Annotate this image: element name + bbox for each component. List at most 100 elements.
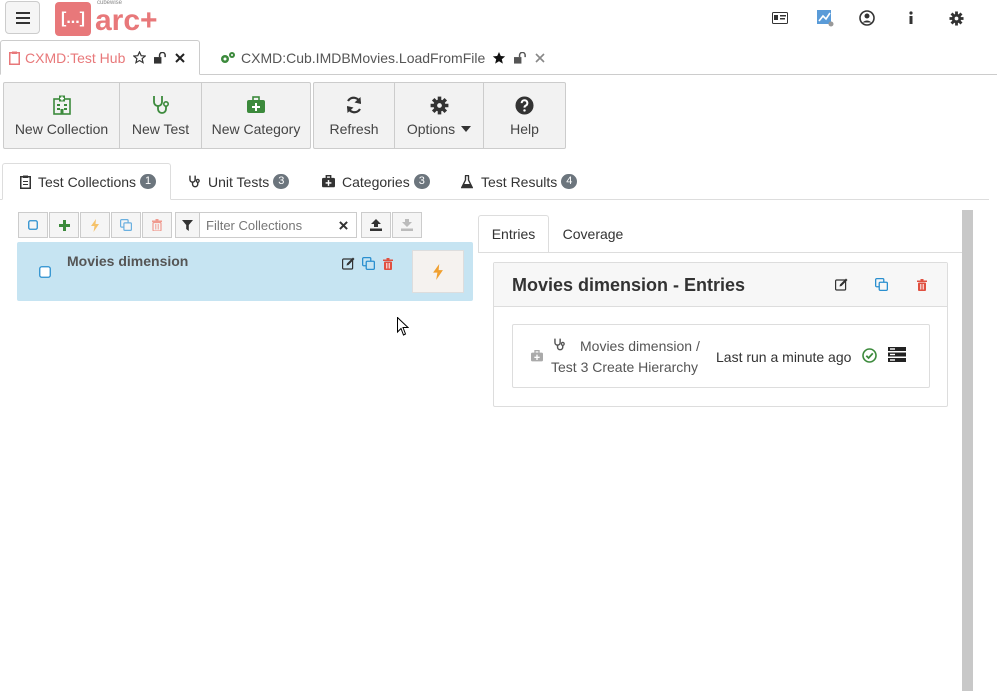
refresh-button[interactable]: Refresh — [314, 83, 395, 148]
collection-list-item[interactable]: Movies dimension — [17, 242, 473, 301]
user-icon — [859, 10, 875, 26]
new-test-button[interactable]: New Test — [120, 83, 202, 148]
view-results-button[interactable] — [888, 347, 906, 363]
chart-button[interactable] — [814, 8, 836, 28]
tab-entries[interactable]: Entries — [478, 215, 549, 253]
hamburger-menu-button[interactable] — [5, 1, 40, 34]
button-label: Options — [406, 121, 456, 137]
edit-entries-button[interactable] — [835, 278, 849, 292]
entry-test-name: Test 3 Create Hierarchy — [551, 359, 699, 375]
entry-row[interactable]: Movies dimension / Test 3 Create Hierarc… — [512, 324, 930, 388]
button-label: Help — [510, 121, 539, 137]
tab-label: Test Results — [481, 173, 558, 190]
tab-divider — [478, 252, 962, 253]
add-collection-button[interactable] — [49, 212, 79, 238]
delete-selected-button[interactable] — [142, 212, 172, 238]
count-badge: 3 — [413, 174, 430, 189]
user-button[interactable] — [856, 8, 878, 28]
favorite-toggle[interactable] — [133, 51, 147, 64]
document-tabs: CXMD:Test Hub CXMD:Cub.IMDBMovies.LoadFr… — [0, 40, 997, 75]
unlock-icon — [154, 51, 167, 64]
server-icon — [888, 347, 906, 362]
tab-test-hub[interactable]: CXMD:Test Hub — [0, 40, 200, 75]
edit-icon — [342, 257, 355, 270]
refresh-icon — [346, 96, 362, 114]
close-tab-button[interactable] — [175, 52, 186, 63]
lock-toggle[interactable] — [154, 51, 167, 64]
create-toolbar: New Collection New Test New Category — [3, 82, 311, 149]
button-label: Refresh — [329, 121, 379, 137]
checkbox-icon — [28, 220, 38, 230]
filter-collections-input[interactable] — [199, 212, 357, 238]
delete-entries-button[interactable] — [917, 278, 929, 292]
clear-filter-button[interactable] — [337, 219, 349, 231]
copy-entries-button[interactable] — [875, 278, 889, 292]
id-card-icon — [772, 12, 788, 24]
run-selected-button[interactable] — [80, 212, 110, 238]
options-dropdown-button[interactable]: Options — [395, 83, 484, 148]
caret-down-icon — [461, 126, 472, 132]
button-label: New Category — [211, 121, 301, 137]
delete-collection-button[interactable] — [383, 257, 394, 270]
lock-toggle[interactable] — [514, 51, 527, 64]
filter-button[interactable] — [175, 212, 200, 238]
download-icon — [401, 219, 413, 231]
id-card-button[interactable] — [769, 8, 791, 28]
settings-button[interactable] — [945, 8, 967, 28]
copy-icon — [362, 257, 376, 271]
unlock-icon — [514, 51, 527, 64]
collection-checkbox[interactable] — [39, 265, 51, 278]
copy-icon — [120, 219, 132, 231]
copy-collection-button[interactable] — [362, 257, 376, 271]
hamburger-icon — [15, 11, 30, 24]
new-collection-button[interactable]: New Collection — [4, 83, 120, 148]
close-icon — [175, 52, 186, 63]
tab-label: Categories — [342, 173, 410, 190]
checkbox-icon — [39, 266, 51, 278]
close-tab-button[interactable] — [535, 52, 545, 63]
count-badge: 1 — [140, 174, 157, 189]
tab-unit-tests[interactable]: Unit Tests 3 — [188, 163, 290, 200]
bolt-icon — [91, 218, 99, 232]
medkit-icon — [531, 350, 543, 362]
copy-selected-button[interactable] — [111, 212, 141, 238]
select-all-checkbox[interactable] — [18, 212, 48, 238]
clipboard-icon — [20, 175, 31, 189]
info-button[interactable] — [900, 8, 922, 28]
tab-label: CXMD:Cub.IMDBMovies.LoadFromFile — [241, 49, 486, 66]
button-label: New Test — [131, 121, 190, 137]
app-logo: [...] cubewise arc+ — [55, 0, 158, 36]
trash-icon — [383, 258, 393, 270]
medkit-icon — [247, 96, 265, 113]
download-button[interactable] — [392, 212, 422, 238]
button-label: New Collection — [14, 121, 109, 137]
run-collection-button[interactable] — [412, 250, 464, 293]
count-badge: 3 — [273, 174, 290, 189]
favorite-toggle[interactable] — [492, 51, 506, 65]
tab-test-collections[interactable]: Test Collections 1 — [2, 163, 171, 200]
medkit-icon — [322, 175, 335, 188]
vertical-scrollbar[interactable] — [962, 210, 973, 691]
filter-icon — [182, 219, 193, 231]
gear-icon — [948, 10, 964, 26]
new-category-button[interactable]: New Category — [202, 83, 310, 148]
tab-loadfromfile[interactable]: CXMD:Cub.IMDBMovies.LoadFromFile — [220, 40, 560, 75]
section-tabs: Test Collections 1 Unit Tests 3 Categori… — [0, 163, 989, 200]
tab-categories[interactable]: Categories 3 — [321, 163, 430, 200]
info-icon — [909, 11, 913, 24]
logo-box: [...] — [55, 2, 91, 36]
cogs-icon — [221, 51, 235, 63]
chart-icon — [817, 10, 834, 27]
tab-test-results[interactable]: Test Results 4 — [461, 163, 578, 200]
mouse-cursor-icon — [397, 317, 409, 336]
logo-text: arc+ — [95, 4, 158, 37]
upload-button[interactable] — [361, 212, 391, 238]
tab-coverage[interactable]: Coverage — [553, 215, 633, 253]
stethoscope-icon — [152, 96, 169, 114]
help-button[interactable]: Help — [484, 83, 565, 148]
tab-label: Test Collections — [38, 173, 137, 190]
trash-icon — [917, 279, 927, 291]
edit-collection-button[interactable] — [342, 257, 355, 270]
edit-icon — [835, 278, 848, 291]
entry-last-run: Last run a minute ago — [716, 349, 852, 365]
